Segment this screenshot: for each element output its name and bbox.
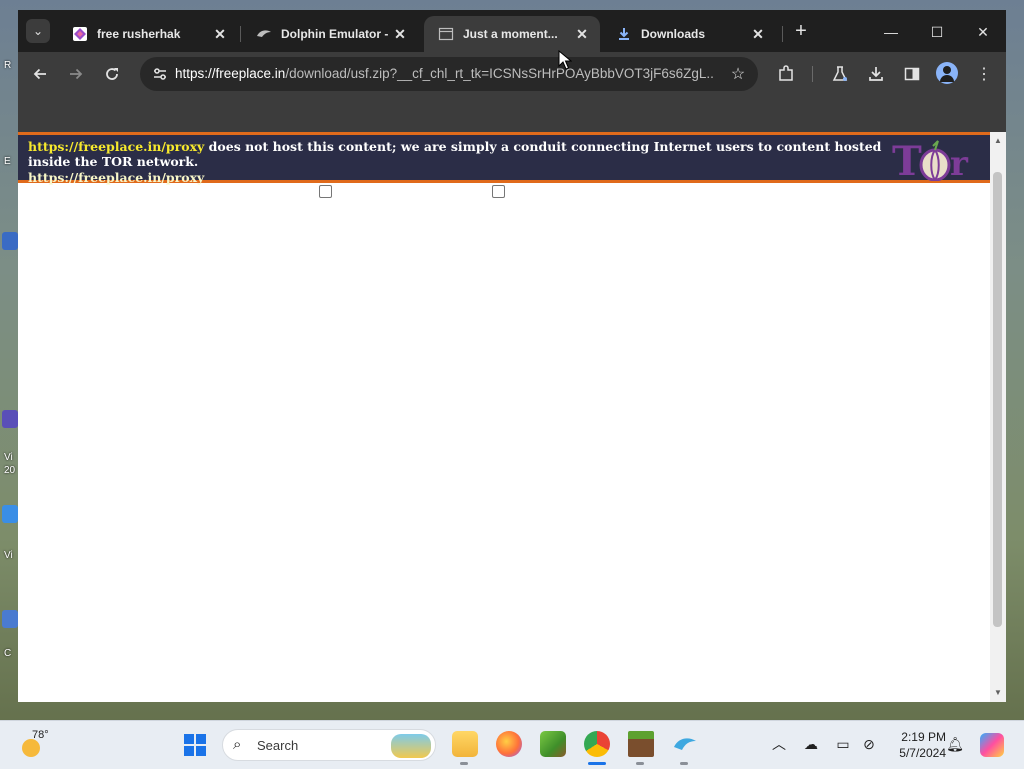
vertical-scrollbar[interactable]: ▲ ▼ <box>990 132 1006 702</box>
faded-translated-notice: https://freeplace.in/proxy <box>28 170 808 185</box>
minecraft-block-icon[interactable] <box>628 731 654 757</box>
bookmarks-bar <box>18 94 1006 132</box>
desktop-app-icon[interactable] <box>2 410 18 428</box>
bookmark-star-icon[interactable]: ☆ <box>726 62 750 86</box>
dolphin-emulator-icon[interactable] <box>672 731 698 757</box>
minimize-button[interactable]: — <box>868 18 914 46</box>
rusherhack-favicon-icon <box>72 26 88 42</box>
close-tab-icon[interactable]: ✕ <box>750 26 766 42</box>
cloudflare-page-favicon-icon <box>438 26 454 42</box>
onedrive-sync-icon[interactable]: ☁ <box>802 735 820 753</box>
labs-flask-icon[interactable] <box>826 60 854 88</box>
scroll-down-arrow-icon[interactable]: ▼ <box>993 688 1003 698</box>
download-favicon-icon <box>616 26 632 42</box>
desktop-icon-label: 20 <box>4 465 16 476</box>
tab-strip: ⌄ free rusherhak ✕ Dolphin Emulator - D … <box>18 10 1006 52</box>
mouse-cursor-icon <box>558 50 572 70</box>
browser-window: ⌄ free rusherhak ✕ Dolphin Emulator - D … <box>18 10 1006 702</box>
close-tab-icon[interactable]: ✕ <box>212 26 228 42</box>
new-tab-button[interactable]: + <box>790 21 812 43</box>
toolbar-divider <box>812 66 813 82</box>
clock-date: 5/7/2024 <box>899 746 946 760</box>
taskbar-search-box[interactable]: ⌕ Search <box>222 729 436 761</box>
tab-title: Dolphin Emulator - D <box>281 27 392 41</box>
side-panel-icon[interactable] <box>898 60 926 88</box>
svg-text:r: r <box>950 144 969 181</box>
maximize-button[interactable]: ☐ <box>914 18 960 46</box>
desktop-icon-label: R <box>4 60 12 71</box>
tab-just-a-moment[interactable]: Just a moment... ✕ <box>424 16 600 52</box>
tab-dolphin-emulator[interactable]: Dolphin Emulator - D ✕ <box>242 16 418 52</box>
forward-icon[interactable] <box>62 60 90 88</box>
svg-text:T: T <box>892 138 922 181</box>
url-text[interactable]: https://freeplace.in/download/usf.zip?__… <box>175 57 715 91</box>
desktop-icon-label: Vi <box>4 550 13 561</box>
start-windows-icon[interactable] <box>184 734 206 756</box>
running-indicator <box>680 762 688 765</box>
tab-free-rusherhak[interactable]: free rusherhak ✕ <box>58 16 238 52</box>
back-icon[interactable] <box>26 60 54 88</box>
running-indicator <box>460 762 468 765</box>
extensions-icon[interactable] <box>772 60 800 88</box>
minecraft-launcher-icon[interactable] <box>540 731 566 757</box>
checkbox[interactable] <box>492 185 505 198</box>
running-indicator <box>636 762 644 765</box>
tab-downloads[interactable]: Downloads ✕ <box>602 16 776 52</box>
tab-title: free rusherhak <box>97 27 181 41</box>
desktop-app-icon[interactable] <box>2 610 18 628</box>
search-highlight-illustration-icon <box>391 734 431 758</box>
tab-divider <box>782 26 783 42</box>
chrome-icon[interactable] <box>584 731 610 757</box>
active-app-indicator <box>588 762 606 765</box>
network-status-icon[interactable]: ⊘ <box>860 735 878 753</box>
close-tab-icon[interactable]: ✕ <box>392 26 408 42</box>
weather-temperature: 78° <box>32 729 49 741</box>
desktop-icon-label: E <box>4 156 11 167</box>
search-label: Search <box>257 738 299 753</box>
desktop-icon-label: C <box>4 648 12 659</box>
tab-title: Just a moment... <box>463 27 558 41</box>
tab-title: Downloads <box>641 27 706 41</box>
close-window-button[interactable]: ✕ <box>960 18 1006 46</box>
tab-search-chevron-icon[interactable]: ⌄ <box>26 19 50 43</box>
site-info-icon[interactable] <box>148 62 172 86</box>
faded-proxy-link[interactable]: https://freeplace.in/proxy <box>28 170 204 185</box>
search-icon: ⌕ <box>233 736 242 753</box>
page-content: https://freeplace.in/proxy does not host… <box>18 132 1006 702</box>
windows-taskbar: 78° ⌕ Search ︿ ☁ ▭ ⊘ 2:19 PM 5/7/2024 🔔︎ <box>0 720 1024 769</box>
system-clock[interactable]: 2:19 PM 5/7/2024 <box>886 729 946 761</box>
url-host: https://freeplace.in <box>175 66 286 81</box>
scroll-thumb[interactable] <box>993 172 1002 627</box>
browser-toolbar: https://freeplace.in/download/usf.zip?__… <box>18 52 1006 94</box>
firefox-icon[interactable] <box>496 731 522 757</box>
weather-sun-icon <box>22 739 40 757</box>
show-hidden-icons-chevron-icon[interactable]: ︿ <box>770 735 788 753</box>
file-explorer-icon[interactable] <box>452 731 478 757</box>
url-path: /download/usf.zip?__cf_chl_rt_tk=ICSNsSr… <box>285 66 715 81</box>
tor-logo[interactable]: T r <box>890 137 980 181</box>
close-tab-icon[interactable]: ✕ <box>574 26 590 42</box>
tab-divider <box>240 26 241 42</box>
desktop-app-icon[interactable] <box>2 232 18 250</box>
weather-widget[interactable]: 78° <box>18 729 58 761</box>
clock-time: 2:19 PM <box>901 730 946 744</box>
address-bar[interactable]: https://freeplace.in/download/usf.zip?__… <box>140 57 758 91</box>
notification-bell-icon[interactable]: 🔔︎ <box>946 735 964 753</box>
scroll-up-arrow-icon[interactable]: ▲ <box>993 136 1003 146</box>
menu-kebab-icon[interactable]: ⋮ <box>970 60 998 88</box>
dolphin-favicon-icon <box>256 26 272 42</box>
download-icon[interactable] <box>862 60 890 88</box>
desktop-icon-label: Vi <box>4 452 13 463</box>
banner-text: https://freeplace.in/proxy does not host… <box>28 139 888 169</box>
display-icon[interactable]: ▭ <box>834 735 852 753</box>
reload-icon[interactable] <box>98 60 126 88</box>
desktop-app-icon[interactable] <box>2 505 18 523</box>
proxy-link[interactable]: https://freeplace.in/proxy <box>28 139 204 154</box>
copilot-icon[interactable] <box>980 733 1004 757</box>
checkbox[interactable] <box>319 185 332 198</box>
profile-avatar-icon[interactable] <box>936 62 958 84</box>
